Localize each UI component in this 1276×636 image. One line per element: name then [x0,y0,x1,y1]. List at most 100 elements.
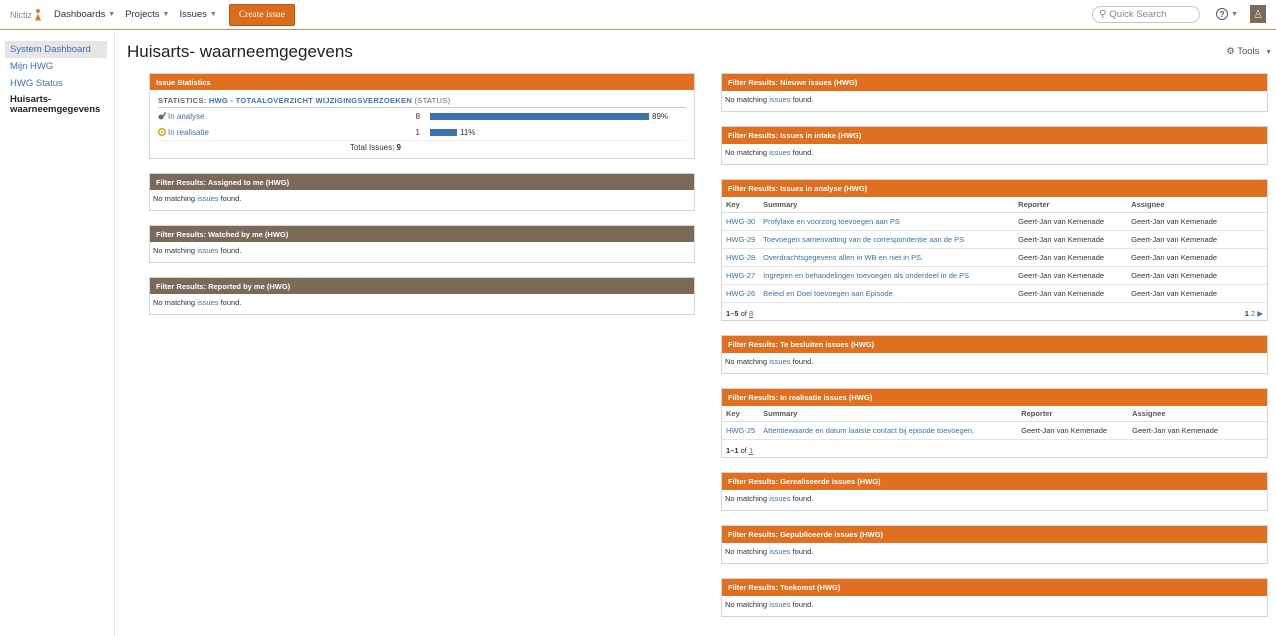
table-row: HWG-26 Beleid en Doel toevoegen aan Epis… [722,284,1267,303]
issues-link[interactable]: issues [197,298,218,307]
column-header-key[interactable]: Key [722,406,760,422]
gadget-title: Filter Results: Issues in intake (HWG) [722,127,1267,144]
issue-assignee: Geert-Jan van Kemenade [1127,266,1267,285]
issue-assignee: Geert-Jan van Kemenade [1127,212,1267,231]
issue-summary-link[interactable]: Ingrepen en behandelingen toevoegen als … [759,266,1015,285]
issue-key-link[interactable]: HWG-30 [722,212,760,231]
page-2-link[interactable]: 2 [1251,309,1255,318]
issue-statistics-gadget: Issue Statistics STATISTICS: HWG - TOTAA… [149,73,695,159]
issues-link[interactable]: issues [769,95,790,104]
tools-label: Tools [1237,46,1260,57]
sidebar-item-system-dashboard[interactable]: System Dashboard [5,41,107,58]
issues-link[interactable]: issues [769,148,790,157]
issues-link[interactable]: issues [769,357,790,366]
gadget-title: Filter Results: Gerealiseerde issues (HW… [722,473,1267,490]
no-match-suffix: found. [792,494,814,503]
page-title: Huisarts- waarneemgegevens [127,42,353,61]
table-row: HWG-25 Attentiewaarde en datum laatste c… [722,421,1267,440]
gadget-title: Filter Results: Watched by me (HWG) [150,226,694,242]
nieuwe-issues-gadget: Filter Results: Nieuwe issues (HWG) No m… [721,73,1268,112]
nav-dashboards[interactable]: Dashboards ▼ [54,9,115,20]
column-header-key[interactable]: Key [722,197,760,213]
issue-key-link[interactable]: HWG-27 [722,266,760,285]
column-header-summary[interactable]: Summary [759,406,1018,422]
issue-key-link[interactable]: HWG-26 [722,284,760,303]
table-header-row: Key Summary Reporter Assignee [722,406,1267,422]
issues-link[interactable]: issues [769,600,790,609]
quick-search-input[interactable]: ⚲ Quick Search [1092,5,1201,23]
reported-by-me-gadget: Filter Results: Reported by me (HWG) No … [149,277,695,315]
issue-key-link[interactable]: HWG-28 [722,248,760,267]
no-match-message: No matching issues found. [150,242,694,262]
chevron-down-icon[interactable]: ▼ [1231,11,1238,18]
no-match-prefix: No matching [725,494,768,503]
stat-link-in-analyse[interactable]: In analyse [168,112,204,121]
no-match-message: No matching issues found. [722,543,1267,563]
dashboard-sidebar: System Dashboard Mijn HWG HWG Status Hui… [0,31,115,636]
issue-assignee: Geert-Jan van Kemenade [1127,248,1267,267]
nav-issues-label: Issues [179,9,207,20]
column-header-assignee[interactable]: Assignee [1127,197,1267,213]
no-match-suffix: found. [220,246,242,255]
stat-bar [430,112,649,120]
no-match-prefix: No matching [725,148,768,157]
analyse-status-icon [158,112,167,120]
stats-body: STATISTICS: HWG - TOTAALOVERZICHT WIJZIG… [150,90,694,158]
result-of: of [740,309,747,318]
issues-link[interactable]: issues [769,494,790,503]
sidebar-item-huisarts[interactable]: Huisarts- waarneemgegevens [0,92,114,119]
column-header-assignee[interactable]: Assignee [1128,406,1267,422]
stats-filter-link[interactable]: HWG - TOTAALOVERZICHT WIJZIGINGSVERZOEKE… [209,96,412,105]
gadget-title: Filter Results: Issues in analyse (HWG) [722,180,1267,197]
user-avatar[interactable]: ♙ [1250,5,1266,23]
issue-reporter: Geert-Jan van Kemenade [1014,230,1128,249]
right-column: Filter Results: Nieuwe issues (HWG) No m… [721,73,1268,631]
issues-link[interactable]: issues [197,246,218,255]
watched-by-me-gadget: Filter Results: Watched by me (HWG) No m… [149,225,695,263]
issue-reporter: Geert-Jan van Kemenade [1014,212,1128,231]
toekomst-gadget: Filter Results: Toekomst (HWG) No matchi… [721,578,1268,617]
no-match-message: No matching issues found. [150,190,694,210]
gadget-title: Issue Statistics [150,74,694,90]
assigned-to-me-gadget: Filter Results: Assigned to me (HWG) No … [149,173,695,211]
result-total-link[interactable]: 1 [749,446,753,455]
stat-bar [430,128,457,136]
issue-key-link[interactable]: HWG-29 [722,230,760,249]
pagination: 1–1 of 1 [722,440,1267,457]
stats-total: Total Issues: 9 [158,140,686,152]
stat-label-cell: In realisatie [158,128,398,137]
nictiz-logo[interactable]: Nictiz [10,8,42,21]
result-total-link[interactable]: 8 [749,309,753,318]
issue-summary-link[interactable]: Profylaxe en voorzorg toevoegen aan PS [759,212,1015,231]
no-match-prefix: No matching [153,194,196,203]
result-range: 1–1 [726,446,739,455]
issues-in-intake-gadget: Filter Results: Issues in intake (HWG) N… [721,126,1268,165]
issue-summary-link[interactable]: Overdrachtsgegevens allen in WB en niet … [759,248,1015,267]
issue-summary-link[interactable]: Attentiewaarde en datum laatste contact … [759,421,1018,440]
issue-reporter: Geert-Jan van Kemenade [1014,266,1128,285]
next-page-icon[interactable]: ▶ [1257,309,1263,318]
no-match-prefix: No matching [153,246,196,255]
column-header-summary[interactable]: Summary [759,197,1015,213]
no-match-prefix: No matching [725,547,768,556]
column-header-reporter[interactable]: Reporter [1017,406,1129,422]
issue-key-link[interactable]: HWG-25 [722,421,760,440]
sidebar-item-mijn-hwg[interactable]: Mijn HWG [0,58,114,75]
stat-link-in-realisatie[interactable]: In realisatie [168,128,209,137]
stat-count: 1 [415,127,420,137]
tools-menu[interactable]: ⚙ Tools ▼ [1226,46,1272,57]
help-icon[interactable]: ? [1216,8,1229,20]
sidebar-item-hwg-status[interactable]: HWG Status [0,75,114,92]
search-icon: ⚲ [1099,8,1107,20]
no-match-message: No matching issues found. [722,353,1267,373]
issues-link[interactable]: issues [197,194,218,203]
issues-link[interactable]: issues [769,547,790,556]
nav-projects[interactable]: Projects ▼ [125,9,169,20]
nav-issues[interactable]: Issues ▼ [179,9,216,20]
column-header-reporter[interactable]: Reporter [1014,197,1128,213]
issue-summary-link[interactable]: Toevoegen samenvatting van de correspond… [759,230,1015,249]
issue-summary-link[interactable]: Beleid en Doel toevoegen aan Episode [759,284,1015,303]
te-besluiten-gadget: Filter Results: Te besluiten issues (HWG… [721,335,1268,374]
create-issue-button[interactable]: Create issue [228,3,296,26]
logo-text: Nictiz [10,9,32,20]
